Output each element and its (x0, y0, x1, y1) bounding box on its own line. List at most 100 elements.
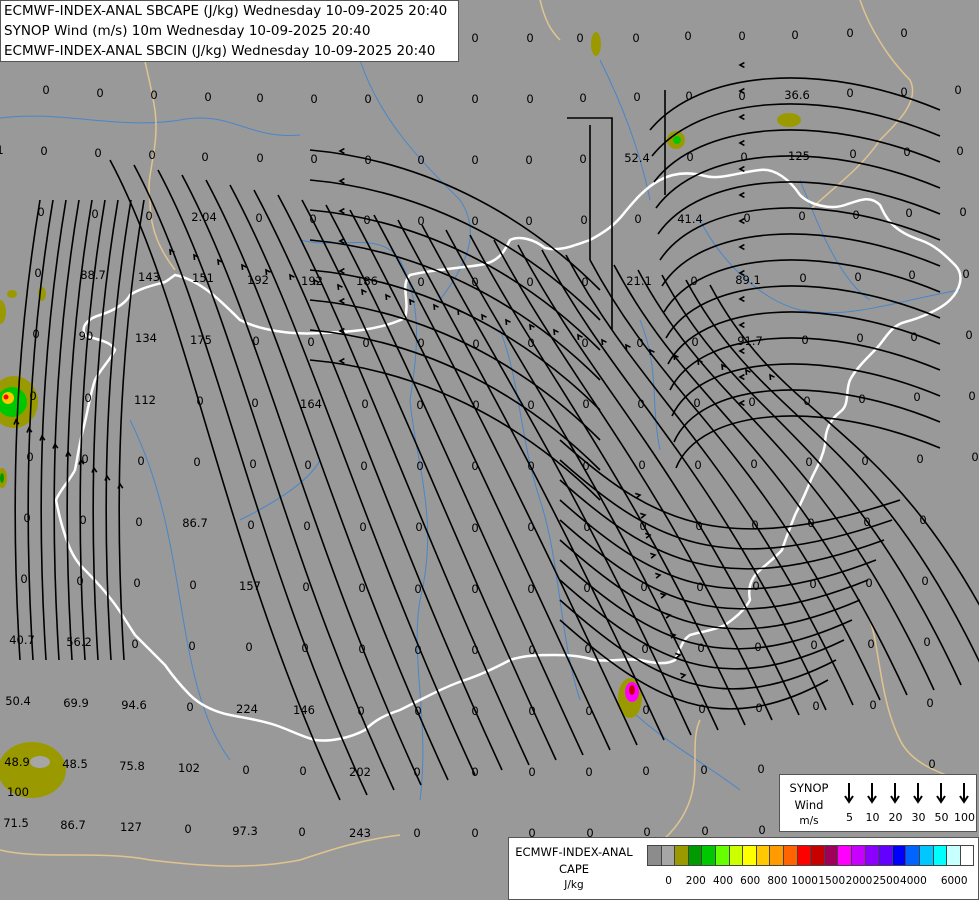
cin-value-label: 0 (526, 275, 533, 289)
cin-value-label: 0 (417, 153, 424, 167)
cape-color-swatch (837, 845, 852, 866)
cape-legend: ECMWF-INDEX-ANAL CAPE J/kg 0 200 400 600 800… (508, 837, 979, 900)
cin-value-label: 0 (414, 704, 421, 718)
cin-value-label: 0 (738, 29, 745, 43)
cin-value-label: 0 (307, 335, 314, 349)
cin-value-label: 0 (585, 704, 592, 718)
synop-legend-subtitle: Wind (794, 798, 824, 812)
cin-value-label: 0 (900, 85, 907, 99)
cape-color-swatch (891, 845, 907, 866)
cin-value-label: 192 (301, 274, 323, 288)
cin-value-label: 0 (928, 757, 935, 771)
cape-color-swatch (701, 845, 716, 866)
synop-legend-item: 20 (884, 775, 907, 831)
cin-value-label: 0 (471, 521, 478, 535)
synop-legend-item: 30 (907, 775, 930, 831)
cape-color-swatch (864, 845, 880, 866)
cin-value-label: 0 (856, 331, 863, 345)
cin-value-label: 48.9 (4, 755, 30, 769)
cin-value-label: 0 (863, 515, 870, 529)
cape-color-swatch (905, 845, 920, 866)
synop-legend-value: 30 (911, 811, 926, 824)
cin-value-label: 0 (471, 459, 478, 473)
synop-legend-value: 10 (865, 811, 880, 824)
cin-value-label: 0 (251, 396, 258, 410)
cin-value-label: 86.7 (60, 818, 86, 832)
cin-value-label: 0 (416, 398, 423, 412)
cin-value-label: 88.7 (80, 268, 106, 282)
cin-value-label: 0 (414, 582, 421, 596)
cin-value-label: 40.7 (9, 633, 35, 647)
cin-value-label: 41.4 (677, 212, 703, 226)
cin-value-label: 0 (361, 397, 368, 411)
cin-value-label: 97.3 (232, 824, 258, 838)
cin-value-label: 0 (255, 211, 262, 225)
cin-value-label: 0 (298, 825, 305, 839)
cin-value-label: 0 (247, 518, 254, 532)
cin-value-label: 0 (580, 213, 587, 227)
cin-value-label: 0 (954, 83, 961, 97)
synop-legend-value: 50 (934, 811, 949, 824)
cape-legend-tick: 600 (740, 875, 761, 887)
cin-value-label: 0 (740, 150, 747, 164)
cin-value-label: 0 (968, 389, 975, 403)
cin-value-label: 0 (869, 698, 876, 712)
cin-value-label: 75.8 (119, 759, 145, 773)
cin-value-label: 0 (184, 822, 191, 836)
cape-legend-tick: 2000 (845, 875, 873, 887)
cin-value-label: 0 (76, 574, 83, 588)
cin-value-label: 0 (148, 148, 155, 162)
cin-value-label: 0 (79, 513, 86, 527)
cin-value-label: 0 (903, 145, 910, 159)
cin-value-label: 243 (349, 826, 371, 840)
cin-value-label: 0 (204, 90, 211, 104)
cin-value-label: 202 (349, 765, 371, 779)
cin-value-label: 0 (471, 275, 478, 289)
cape-color-swatch (769, 845, 784, 866)
cape-color-swatch (919, 845, 934, 866)
cape-legend-tick: 200 (685, 875, 706, 887)
cin-value-label: 0 (900, 26, 907, 40)
cin-value-label: 0 (363, 213, 370, 227)
cin-value-label: 0 (40, 144, 47, 158)
cin-value-label: 0 (640, 580, 647, 594)
cape-color-swatch (728, 845, 744, 866)
cin-value-label: 0 (527, 520, 534, 534)
cin-value-label: 0 (846, 86, 853, 100)
cin-value-label: 21.1 (626, 274, 652, 288)
cin-value-label: 0 (916, 452, 923, 466)
cin-value-label: 91.7 (737, 334, 763, 348)
cape-color-swatch (647, 845, 662, 866)
synop-legend-item: 100 (953, 775, 976, 831)
cin-value-label: 134 (135, 331, 157, 345)
cin-value-label: 0 (471, 92, 478, 106)
cin-value-label: 0 (413, 765, 420, 779)
cin-value-label: 0 (632, 31, 639, 45)
cin-value-label: 0 (310, 92, 317, 106)
synop-legend-items: 5 10 20 30 50 100 (838, 775, 976, 831)
cin-value-label: 0 (471, 582, 478, 596)
cin-value-label: 0 (965, 328, 972, 342)
cin-value-label: 0 (471, 826, 478, 840)
cape-legend-tick: 800 (767, 875, 788, 887)
cin-value-label: 0 (471, 643, 478, 657)
cin-value-label: 0 (685, 89, 692, 103)
cin-value-label: 0 (417, 275, 424, 289)
cin-value-label: 1 (0, 143, 4, 157)
cin-value-label: 0 (256, 91, 263, 105)
cape-color-swatch (878, 845, 893, 866)
cin-value-label: 0 (416, 459, 423, 473)
cin-value-label: 164 (300, 397, 322, 411)
cin-value-label: 0 (256, 151, 263, 165)
cape-color-swatch (674, 845, 689, 866)
cin-value-label: 0 (752, 579, 759, 593)
cin-value-label: 0 (701, 824, 708, 838)
cape-legend-tick: 2500 (872, 875, 900, 887)
cin-value-label: 0 (867, 637, 874, 651)
cin-value-label: 0 (637, 397, 644, 411)
cin-value-label: 0 (415, 520, 422, 534)
cin-value-label: 0 (37, 205, 44, 219)
cin-value-label: 0 (812, 699, 819, 713)
cin-value-label: 0 (525, 214, 532, 228)
cape-color-swatch (823, 845, 839, 866)
